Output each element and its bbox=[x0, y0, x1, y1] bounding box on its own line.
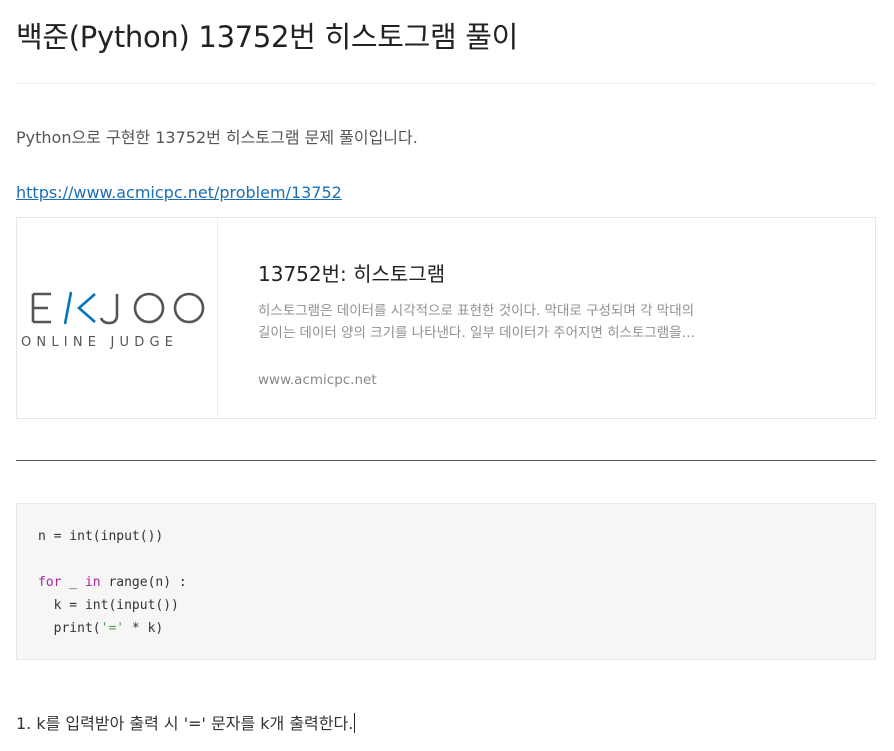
card-url: www.acmicpc.net bbox=[258, 372, 377, 388]
text-cursor bbox=[354, 713, 356, 733]
explanation-text[interactable]: 1. k를 입력받아 출력 시 '=' 문자를 k개 출력한다. bbox=[16, 710, 356, 734]
keyword-in: in bbox=[84, 575, 101, 590]
card-title: 13752번: 히스토그램 bbox=[258, 262, 446, 286]
string-literal: '=' bbox=[100, 621, 125, 636]
horizontal-divider bbox=[16, 460, 876, 461]
code-text: n = int(input()) bbox=[38, 529, 164, 544]
post-title: 백준(Python) 13752번 히스토그램 풀이 bbox=[16, 20, 519, 54]
code-text: * k) bbox=[124, 621, 164, 636]
code-line: k = int(input()) bbox=[38, 594, 187, 617]
keyword-for: for bbox=[38, 575, 62, 590]
problem-link[interactable]: https://www.acmicpc.net/problem/13752 bbox=[16, 183, 342, 202]
code-text: k = int(input()) bbox=[38, 598, 179, 613]
explanation-line: 1. k를 입력받아 출력 시 '=' 문자를 k개 출력한다. bbox=[16, 714, 354, 733]
title-divider bbox=[16, 83, 876, 84]
code-block[interactable]: n = int(input()) for _ in range(n) : k =… bbox=[16, 503, 876, 660]
intro-text: Python으로 구현한 13752번 히스토그램 문제 풀이입니다. bbox=[16, 128, 418, 147]
logo-subtitle: ONLINE JUDGE bbox=[21, 335, 178, 350]
baekjoon-logo-icon: ONLINE JUDGE bbox=[21, 291, 205, 350]
code-line: n = int(input()) bbox=[38, 525, 187, 548]
card-thumbnail: ONLINE JUDGE bbox=[17, 218, 218, 418]
code-line: print('=' * k) bbox=[38, 617, 187, 640]
card-description: 히스토그램은 데이터를 시각적으로 표현한 것이다. 막대로 구성되며 각 막대… bbox=[258, 303, 695, 341]
code-text: range(n) : bbox=[100, 575, 187, 590]
code-text: _ bbox=[61, 575, 85, 590]
code-line: for _ in range(n) : bbox=[38, 571, 187, 594]
code-text: print( bbox=[38, 621, 101, 636]
code-content: n = int(input()) for _ in range(n) : k =… bbox=[38, 525, 187, 640]
link-preview-card[interactable]: ONLINE JUDGE 13752번: 히스토그램 히스토그램은 데이터를 시… bbox=[16, 217, 876, 419]
